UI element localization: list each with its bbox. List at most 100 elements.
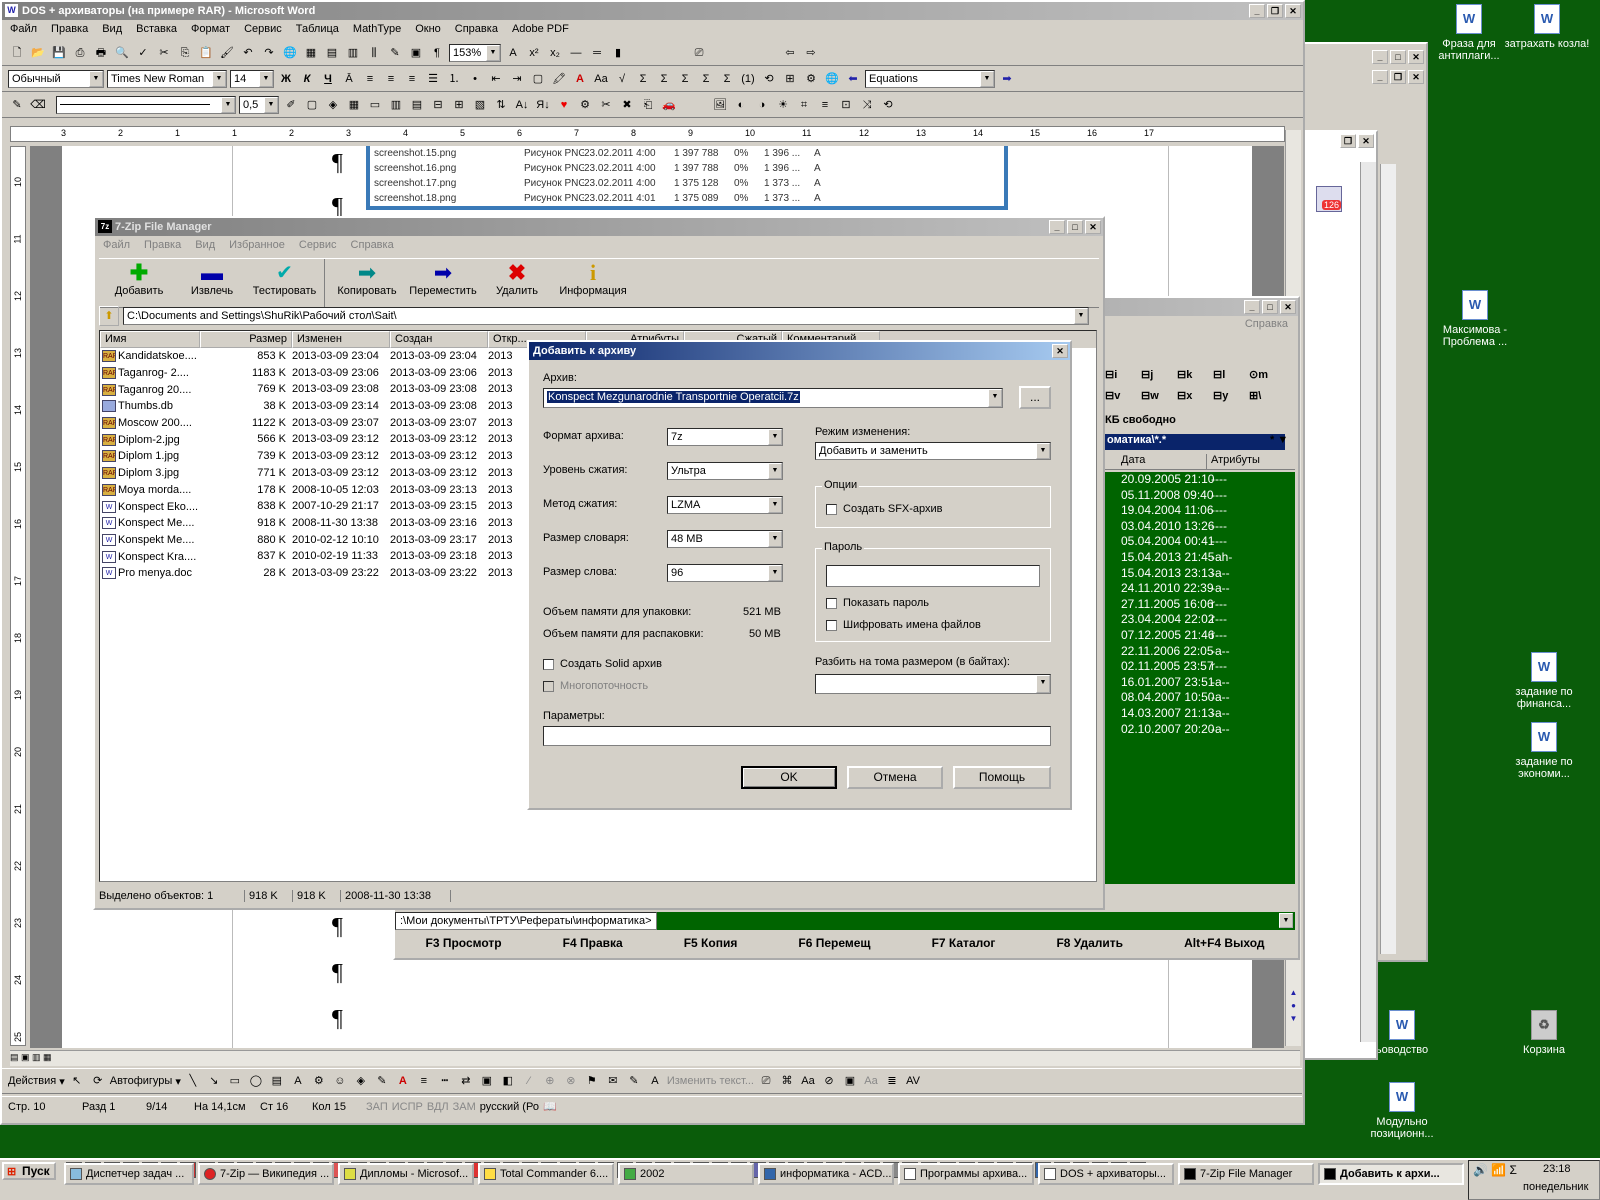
double-line-icon[interactable]: ═ <box>588 44 606 62</box>
solid-checkbox[interactable]: Создать Solid архив <box>543 658 662 670</box>
highlight-icon[interactable]: 🖍 <box>550 70 568 88</box>
restore-button[interactable]: ❐ <box>1390 70 1406 84</box>
align-right-icon[interactable]: ≡ <box>403 70 421 88</box>
align-left-icon[interactable]: ≡ <box>361 70 379 88</box>
sort-asc-icon[interactable]: A↓ <box>513 96 531 114</box>
drawing-icon[interactable]: ✎ <box>386 44 404 62</box>
decrease-indent-icon[interactable]: ⇤ <box>487 70 505 88</box>
insert-table-icon[interactable]: ▦ <box>345 96 363 114</box>
arrow-tool-icon[interactable]: ↘ <box>205 1072 223 1090</box>
minimize-button[interactable]: _ <box>1372 50 1388 64</box>
wordart-icon[interactable]: A <box>289 1072 307 1090</box>
style-select[interactable]: Обычный ▼ <box>8 69 104 88</box>
close-button[interactable]: ✕ <box>1280 300 1296 314</box>
altf4-exit-button[interactable]: Alt+F4 Выход <box>1184 936 1264 950</box>
font-select[interactable]: Times New Roman ▼ <box>107 69 227 88</box>
brightness-icon[interactable]: ☀ <box>774 96 792 114</box>
arrow-style-icon[interactable]: ⇄ <box>457 1072 475 1090</box>
list-item[interactable]: 02.10.2007 20:20 -a-- <box>1105 722 1295 738</box>
textbox-tool-icon[interactable]: ▤ <box>268 1072 286 1090</box>
strikethrough-icon[interactable]: Ā <box>340 70 358 88</box>
task-7zip[interactable]: 7-Zip File Manager <box>1178 1163 1314 1185</box>
format-painter-icon[interactable]: 🖌 <box>218 44 236 62</box>
list-item[interactable]: 05.11.2008 09:40 ---- <box>1105 488 1295 504</box>
desktop-icon-economy[interactable]: Wзадание по экономи... <box>1504 722 1584 780</box>
new-icon[interactable]: 🗋 <box>8 44 26 62</box>
3d-icon[interactable]: ◧ <box>499 1072 517 1090</box>
word-size-select[interactable]: 96 ▼ <box>667 564 783 582</box>
tc-file-list[interactable]: 20.09.2005 21:10 ---- 05.11.2008 09:40 ----… <box>1105 472 1295 884</box>
equations-select[interactable]: Equations ▼ <box>865 69 995 88</box>
tool-icon[interactable]: ⌘ <box>778 1072 796 1090</box>
desktop-icon-antiplagiat[interactable]: W Фраза для антиплаги... <box>1424 4 1514 62</box>
help-button[interactable]: Помощь <box>953 766 1051 789</box>
numbering-icon[interactable]: ⒈ <box>445 70 463 88</box>
align-icon[interactable]: ▤ <box>408 96 426 114</box>
line-style-icon[interactable]: ≡ <box>415 1072 433 1090</box>
document-map-icon[interactable]: ▣ <box>407 44 425 62</box>
merge-cells-icon[interactable]: ▭ <box>366 96 384 114</box>
sqrt-icon[interactable]: √ <box>613 70 631 88</box>
sum4-icon[interactable]: Σ <box>697 70 715 88</box>
close-button[interactable]: ✕ <box>1408 50 1424 64</box>
macro-icon[interactable]: ⚙ <box>576 96 594 114</box>
tool-icon[interactable]: AV <box>904 1072 922 1090</box>
pencil-icon[interactable]: ✎ <box>8 96 26 114</box>
dictionary-select[interactable]: 48 MB ▼ <box>667 530 783 548</box>
split-select[interactable]: ▼ <box>815 674 1051 694</box>
redo-icon[interactable]: ↷ <box>260 44 278 62</box>
heart-icon[interactable]: ♥ <box>555 96 573 114</box>
task-programs[interactable]: Программы архива... <box>898 1163 1034 1185</box>
open-icon[interactable]: 📂 <box>29 44 47 62</box>
minimize-button[interactable]: _ <box>1244 300 1260 314</box>
list-item[interactable]: 20.09.2005 21:10 ---- <box>1105 472 1295 488</box>
test-button[interactable]: ✔ Тестировать <box>245 259 325 307</box>
f6-move-button[interactable]: F6 Перемещ <box>798 936 870 950</box>
rectangle-tool-icon[interactable]: ▭ <box>226 1072 244 1090</box>
col-size[interactable]: Размер <box>200 331 292 348</box>
wrap-icon[interactable]: ⤨ <box>858 96 876 114</box>
delete-icon[interactable]: ✖ <box>618 96 636 114</box>
show-password-checkbox[interactable]: Показать пароль <box>826 597 929 609</box>
f8-delete-button[interactable]: F8 Удалить <box>1056 936 1123 950</box>
tray-icons[interactable]: 🔊 📶 Σ <box>1473 1163 1517 1177</box>
restore-button[interactable]: ❐ <box>1267 4 1283 18</box>
menu-window[interactable]: Окно <box>415 23 441 37</box>
list-item[interactable]: 08.04.2007 10:50 -a-- <box>1105 690 1295 706</box>
insert-excel-icon[interactable]: ▥ <box>344 44 362 62</box>
menu-view[interactable]: Вид <box>102 23 122 37</box>
password-input[interactable] <box>826 565 1040 587</box>
increase-indent-icon[interactable]: ⇥ <box>508 70 526 88</box>
format-select[interactable]: 7z ▼ <box>667 428 783 446</box>
fill-color-icon[interactable]: ◈ <box>352 1072 370 1090</box>
col-modified[interactable]: Изменен <box>292 331 390 348</box>
bold-icon[interactable]: Ж <box>277 70 295 88</box>
encrypt-names-checkbox[interactable]: Шифровать имена файлов <box>826 619 981 631</box>
extract-button[interactable]: ▬ Извлечь <box>179 259 245 307</box>
list-item[interactable]: 15.04.2013 21:45 -ah- <box>1105 550 1295 566</box>
borders-icon[interactable]: ▢ <box>529 70 547 88</box>
list-item[interactable]: 02.11.2005 23:57 r--- <box>1105 659 1295 675</box>
desktop-icon-modulno[interactable]: W Модульно позиционн... <box>1362 1082 1442 1140</box>
contrast-icon[interactable]: ◑ <box>753 96 771 114</box>
line-tool-icon[interactable]: ╲ <box>184 1072 202 1090</box>
distribute-rows-icon[interactable]: ⊟ <box>429 96 447 114</box>
start-button[interactable]: ⊞ Пуск <box>2 1162 56 1180</box>
f4-edit-button[interactable]: F4 Правка <box>563 936 623 950</box>
undo-icon[interactable]: ↶ <box>239 44 257 62</box>
tool-icon[interactable]: ≣ <box>883 1072 901 1090</box>
browse-button[interactable]: ... <box>1019 386 1051 409</box>
dash-style-icon[interactable]: ┅ <box>436 1072 454 1090</box>
task-task-manager[interactable]: Диспетчер задач ... <box>64 1163 194 1185</box>
tc-command-line[interactable]: :\Мои документы\ТРТУ\Рефераты\информатик… <box>395 912 1295 930</box>
reset-icon[interactable]: ⟲ <box>879 96 897 114</box>
markup-icon[interactable]: ✎ <box>625 1072 643 1090</box>
menu-edit[interactable]: Правка <box>144 239 181 253</box>
scrollbar[interactable] <box>1360 162 1376 1042</box>
close-button[interactable]: ✕ <box>1052 344 1068 358</box>
vertical-ruler[interactable]: 10 11 12 13 14 15 16 17 18 19 20 21 22 23 24 25 <box>10 146 26 1046</box>
folder-up-icon[interactable]: ⬆ <box>99 306 119 326</box>
status-ovr[interactable]: ЗАМ <box>453 1101 476 1113</box>
menu-format[interactable]: Формат <box>191 23 230 37</box>
list-item[interactable]: 16.01.2007 23:51 -a-- <box>1105 675 1295 691</box>
